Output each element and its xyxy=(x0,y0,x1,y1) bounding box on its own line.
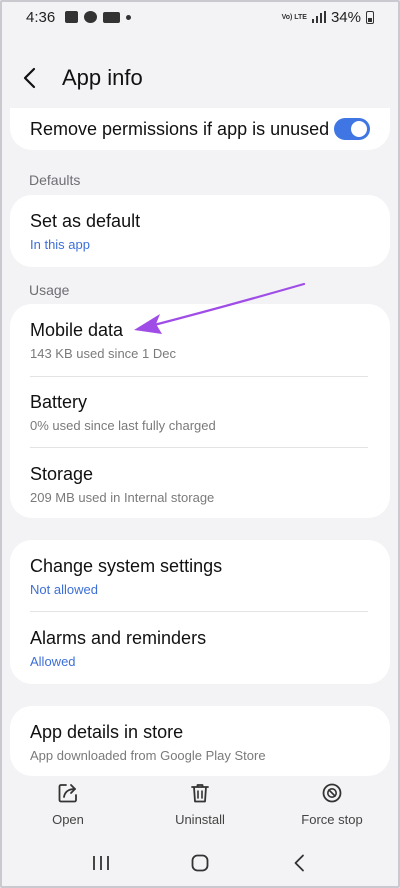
remove-permissions-row[interactable]: Remove permissions if app is unused xyxy=(10,108,390,150)
set-as-default-row[interactable]: Set as default In this app xyxy=(10,211,390,252)
battery-row[interactable]: Battery 0% used since last fully charged xyxy=(10,392,390,433)
status-left: 4:36 xyxy=(26,8,132,26)
section-label-defaults: Defaults xyxy=(29,172,81,188)
home-icon xyxy=(191,854,209,872)
mobile-data-row[interactable]: Mobile data 143 KB used since 1 Dec xyxy=(10,320,390,361)
mobile-data-subtitle: 143 KB used since 1 Dec xyxy=(30,346,176,361)
navigation-bar xyxy=(2,838,398,888)
system-settings-card: Change system settings Not allowed Alarm… xyxy=(10,540,390,684)
nav-back-icon xyxy=(294,854,304,872)
set-as-default-title: Set as default xyxy=(30,211,141,231)
status-bar: 4:36 Vo) LTE 34% xyxy=(2,2,398,32)
recent-apps-icon xyxy=(93,856,110,870)
action-bar: Open Uninstall Force stop xyxy=(2,772,398,834)
trash-icon xyxy=(191,784,209,803)
battery-percentage: 34% xyxy=(330,8,361,26)
battery-subtitle: 0% used since last fully charged xyxy=(30,418,216,433)
alarms-reminders-subtitle: Allowed xyxy=(30,654,76,669)
app-info-screen: 4:36 Vo) LTE 34% App info Remove permiss… xyxy=(0,0,400,888)
force-stop-label: Force stop xyxy=(301,812,363,827)
defaults-card: Set as default In this app xyxy=(10,195,390,267)
open-label: Open xyxy=(52,812,84,827)
alarms-reminders-title: Alarms and reminders xyxy=(30,628,207,648)
uninstall-label: Uninstall xyxy=(175,812,225,827)
change-system-settings-row[interactable]: Change system settings Not allowed xyxy=(10,556,390,597)
app-details-store-subtitle: App downloaded from Google Play Store xyxy=(30,748,266,763)
storage-subtitle: 209 MB used in Internal storage xyxy=(30,490,215,505)
permissions-card: Remove permissions if app is unused xyxy=(10,108,390,150)
back-arrow-icon xyxy=(23,67,36,89)
more-notifications-icon xyxy=(126,14,132,20)
battery-icon xyxy=(366,10,374,24)
force-stop-button[interactable]: Force stop xyxy=(266,772,398,834)
app-notification-icon xyxy=(103,11,121,23)
divider xyxy=(30,447,368,448)
gallery-notification-icon xyxy=(65,11,79,23)
section-label-usage: Usage xyxy=(29,282,70,298)
back-button[interactable] xyxy=(22,58,52,98)
alarms-reminders-row[interactable]: Alarms and reminders Allowed xyxy=(10,628,390,669)
signal-icon xyxy=(311,11,326,23)
open-button[interactable]: Open xyxy=(2,772,134,834)
home-button[interactable] xyxy=(180,843,220,883)
open-external-icon xyxy=(58,784,77,803)
force-stop-icon xyxy=(322,783,342,803)
divider xyxy=(30,376,368,377)
usage-card: Mobile data 143 KB used since 1 Dec Batt… xyxy=(10,304,390,518)
store-card: App details in store App downloaded from… xyxy=(10,706,390,776)
remove-permissions-toggle[interactable] xyxy=(334,118,370,140)
change-system-settings-title: Change system settings xyxy=(30,556,223,576)
battery-title: Battery xyxy=(30,392,88,412)
storage-title: Storage xyxy=(30,464,94,484)
status-right: Vo) LTE 34% xyxy=(282,9,374,26)
volte-icon: Vo) LTE xyxy=(281,13,307,21)
nav-back-button[interactable] xyxy=(279,843,319,883)
whatsapp-notification-icon xyxy=(84,11,98,23)
remove-permissions-label: Remove permissions if app is unused xyxy=(30,118,330,139)
app-details-store-row[interactable]: App details in store App downloaded from… xyxy=(10,722,390,763)
storage-row[interactable]: Storage 209 MB used in Internal storage xyxy=(10,464,390,505)
set-as-default-subtitle: In this app xyxy=(30,237,90,252)
header: App info xyxy=(22,58,143,98)
status-time: 4:36 xyxy=(26,8,56,26)
page-title: App info xyxy=(62,65,143,90)
uninstall-button[interactable]: Uninstall xyxy=(134,772,266,834)
app-details-store-title: App details in store xyxy=(30,722,184,742)
mobile-data-title: Mobile data xyxy=(30,320,124,340)
recent-apps-button[interactable] xyxy=(81,843,121,883)
change-system-settings-subtitle: Not allowed xyxy=(30,582,98,597)
divider xyxy=(30,611,368,612)
